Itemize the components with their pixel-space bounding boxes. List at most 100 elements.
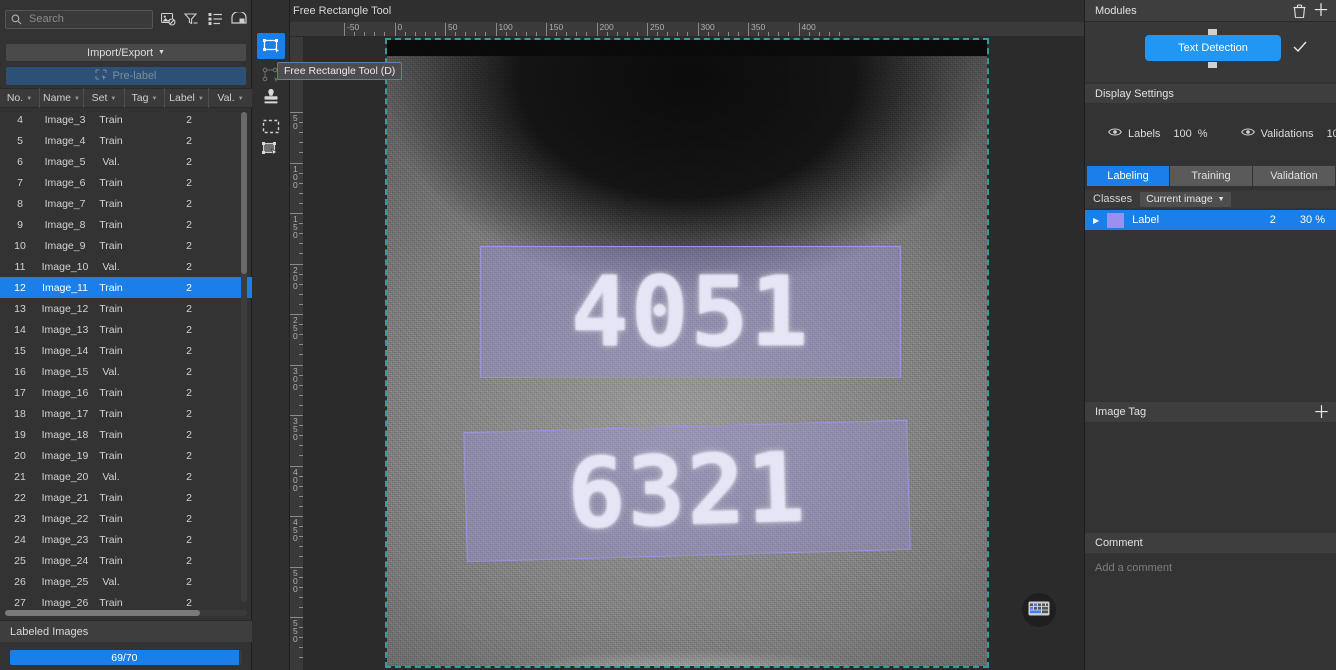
comment-input[interactable]: Add a comment bbox=[1085, 553, 1336, 670]
label-region-1[interactable]: 4051 bbox=[480, 246, 901, 378]
ruler-minor-tick bbox=[299, 243, 303, 245]
table-row[interactable]: 13 Image_12 Train 2 bbox=[0, 298, 252, 319]
image-table-header: No. ▼ Name ▼ Set ▼ Tag ▼ Label ▼ Val. ▼ bbox=[0, 88, 252, 108]
table-row[interactable]: 24 Image_23 Train 2 bbox=[0, 529, 252, 550]
table-row[interactable]: 15 Image_14 Train 2 bbox=[0, 340, 252, 361]
search-input[interactable] bbox=[27, 12, 147, 26]
trash-icon[interactable] bbox=[1291, 3, 1307, 19]
list-view-icon[interactable] bbox=[207, 10, 224, 28]
table-row[interactable]: 14 Image_13 Train 2 bbox=[0, 319, 252, 340]
tab-labeling[interactable]: Labeling bbox=[1087, 166, 1169, 186]
table-cell-no: 4 bbox=[17, 113, 23, 126]
ruler-minor-tick bbox=[808, 32, 810, 36]
classes-bar: Classes Current image ▼ bbox=[1085, 190, 1336, 208]
import-export-button[interactable]: Import/Export ▼ bbox=[6, 44, 246, 61]
ruler-minor-tick bbox=[299, 172, 303, 174]
chevron-down-icon: ▼ bbox=[74, 96, 80, 102]
classes-scope-value: Current image bbox=[1146, 193, 1213, 205]
classes-scope-dropdown[interactable]: Current image ▼ bbox=[1140, 191, 1231, 207]
eye-icon[interactable] bbox=[1240, 127, 1255, 140]
ruler-minor-tick bbox=[299, 192, 303, 194]
ruler-minor-tick bbox=[299, 374, 303, 376]
ruler-label: 500 bbox=[293, 567, 298, 594]
class-row-label[interactable]: ▶ Label 2 30 % bbox=[1085, 210, 1336, 230]
image-filter-icon[interactable] bbox=[160, 10, 177, 28]
table-cell-name: Image_4 bbox=[44, 134, 86, 147]
labels-visibility-setting[interactable]: Labels 100 % bbox=[1108, 127, 1208, 140]
table-cell-tag bbox=[132, 277, 168, 298]
table-row[interactable]: 22 Image_21 Train 2 bbox=[0, 487, 252, 508]
ruler-label: 50 bbox=[448, 22, 458, 32]
stamp-tool-button[interactable] bbox=[257, 85, 285, 111]
chevron-right-icon[interactable]: ▶ bbox=[1093, 216, 1099, 225]
ruler-label: 250 bbox=[650, 22, 665, 32]
tab-training[interactable]: Training bbox=[1170, 166, 1252, 186]
move-region-tool-button[interactable] bbox=[257, 136, 285, 162]
list-vertical-scrollbar-thumb[interactable] bbox=[241, 112, 247, 274]
table-row[interactable]: 16 Image_15 Val. 2 bbox=[0, 361, 252, 382]
validations-visibility-setting[interactable]: Validations 100 % bbox=[1240, 127, 1336, 140]
column-header-no[interactable]: No. ▼ bbox=[0, 88, 40, 108]
table-row[interactable]: 26 Image_25 Val. 2 bbox=[0, 571, 252, 592]
table-cell-name: Image_3 bbox=[44, 113, 86, 126]
table-row[interactable]: 23 Image_22 Train 2 bbox=[0, 508, 252, 529]
table-row[interactable]: 7 Image_6 Train 2 bbox=[0, 172, 252, 193]
table-row[interactable]: 25 Image_24 Train 2 bbox=[0, 550, 252, 571]
list-horizontal-scrollbar-thumb[interactable] bbox=[5, 610, 200, 616]
table-cell-no: 13 bbox=[14, 302, 26, 315]
table-cell-name: Image_15 bbox=[41, 365, 89, 378]
add-module-icon[interactable]: ＋ bbox=[1313, 2, 1330, 19]
ruler-minor-tick bbox=[707, 32, 709, 36]
table-cell-label: 2 bbox=[186, 512, 192, 525]
panel-layout-icon[interactable] bbox=[231, 10, 248, 28]
image-selection-frame[interactable]: 4051 6321 bbox=[385, 38, 989, 668]
table-row[interactable]: 20 Image_19 Train 2 bbox=[0, 445, 252, 466]
table-row[interactable]: 6 Image_5 Val. 2 bbox=[0, 151, 252, 172]
modules-canvas[interactable]: Text Detection bbox=[1085, 22, 1336, 82]
search-input-wrapper[interactable] bbox=[5, 9, 153, 29]
tab-validation[interactable]: Validation bbox=[1253, 166, 1335, 186]
table-cell-set: Train bbox=[99, 113, 123, 126]
table-cell-tag bbox=[132, 340, 168, 361]
module-node-text-detection[interactable]: Text Detection bbox=[1145, 35, 1281, 61]
table-row[interactable]: 8 Image_7 Train 2 bbox=[0, 193, 252, 214]
table-cell-no: 5 bbox=[17, 134, 23, 147]
table-row[interactable]: 5 Image_4 Train 2 bbox=[0, 130, 252, 151]
table-row[interactable]: 10 Image_9 Train 2 bbox=[0, 235, 252, 256]
column-header-tag[interactable]: Tag ▼ bbox=[125, 88, 165, 108]
label-region-2[interactable]: 6321 bbox=[463, 419, 911, 563]
table-row[interactable]: 4 Image_3 Train 2 bbox=[0, 109, 252, 130]
module-node-handle-bottom[interactable] bbox=[1208, 62, 1217, 68]
column-header-label[interactable]: Label ▼ bbox=[165, 88, 209, 108]
column-header-name[interactable]: Name ▼ bbox=[40, 88, 84, 108]
image-table-body[interactable]: 4 Image_3 Train 2 5 Image_4 Train 2 6 Image_5 Val.… bbox=[0, 109, 252, 608]
labeled-progress-bar: 69/70 bbox=[10, 650, 239, 665]
table-cell-set: Train bbox=[99, 302, 123, 315]
table-row[interactable]: 27 Image_26 Train 2 bbox=[0, 592, 252, 609]
keyboard-shortcuts-button[interactable] bbox=[1022, 593, 1056, 627]
table-row[interactable]: 17 Image_16 Train 2 bbox=[0, 382, 252, 403]
table-cell-no: 26 bbox=[14, 575, 26, 588]
funnel-filter-icon[interactable] bbox=[184, 10, 201, 28]
labels-setting-value[interactable]: 100 bbox=[1173, 128, 1191, 140]
class-color-swatch[interactable] bbox=[1107, 212, 1125, 228]
pre-label-button[interactable]: Pre-label bbox=[6, 67, 246, 85]
table-cell-no: 24 bbox=[14, 533, 26, 546]
check-icon[interactable] bbox=[1293, 40, 1307, 56]
table-row[interactable]: 12 Image_11 Train 2 bbox=[0, 277, 252, 298]
table-row[interactable]: 19 Image_18 Train 2 bbox=[0, 424, 252, 445]
table-row[interactable]: 11 Image_10 Val. 2 bbox=[0, 256, 252, 277]
eye-icon[interactable] bbox=[1108, 127, 1122, 140]
column-header-set[interactable]: Set ▼ bbox=[84, 88, 125, 108]
table-row[interactable]: 18 Image_17 Train 2 bbox=[0, 403, 252, 424]
table-cell-tag bbox=[132, 487, 168, 508]
annotated-image[interactable]: 4051 6321 bbox=[387, 40, 987, 666]
table-row[interactable]: 9 Image_8 Train 2 bbox=[0, 214, 252, 235]
table-row[interactable]: 21 Image_20 Val. 2 bbox=[0, 466, 252, 487]
validations-setting-value[interactable]: 100 bbox=[1327, 128, 1336, 140]
free-rectangle-tool-button[interactable] bbox=[257, 33, 285, 59]
add-image-tag-icon[interactable]: ＋ bbox=[1313, 404, 1330, 421]
col-label-name: Name bbox=[43, 92, 72, 104]
table-cell-label: 2 bbox=[186, 155, 192, 168]
column-header-val[interactable]: Val. ▼ bbox=[209, 88, 252, 108]
